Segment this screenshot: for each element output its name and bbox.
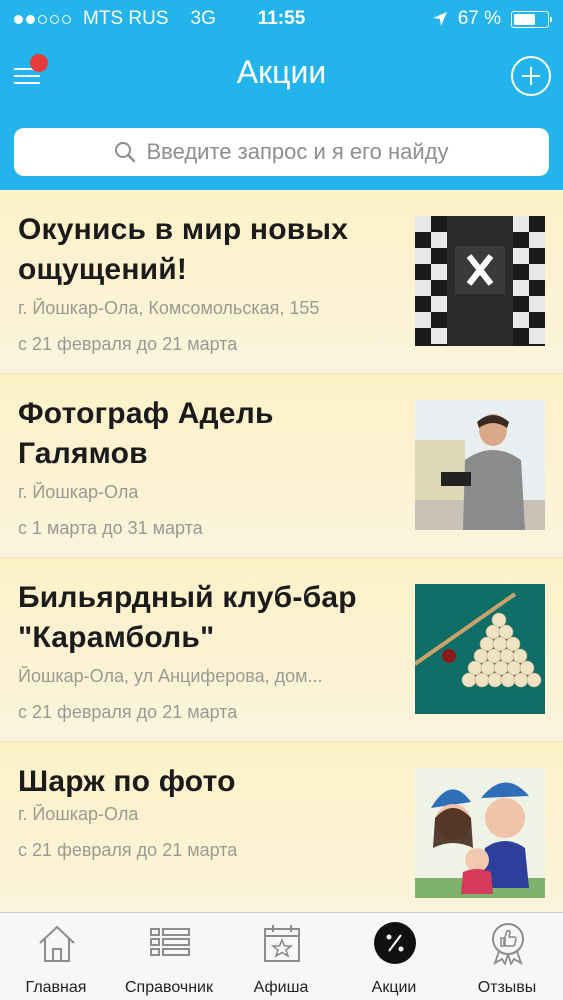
tab-reviews[interactable]: Отзывы [451, 913, 563, 1000]
deal-item[interactable]: Шарж по фото г. Йошкар-Ола с 21 февраля … [0, 742, 563, 926]
deal-title: Шарж по фото [18, 765, 236, 798]
deal-dates: с 1 марта до 31 марта [18, 518, 203, 538]
navigation-bar: Акции [0, 40, 563, 110]
search-icon [115, 142, 136, 163]
battery-percent: 67 % [457, 8, 501, 29]
deals-list: Окунись в мир новых ощущений! г. Йошкар-… [0, 190, 563, 926]
location-arrow-icon [432, 12, 447, 26]
page-title: Акции [236, 54, 327, 90]
house-icon [39, 925, 75, 962]
header: MTS RUS 3G 11:55 67 % Акции Введите запр… [0, 0, 563, 190]
tab-label: Афиша [253, 979, 309, 996]
search-placeholder: Введите запрос и я его найду [146, 139, 449, 164]
deal-dates: с 21 февраля до 21 марта [18, 840, 238, 860]
deal-place: г. Йошкар-Ола, Комсомольская, 155 [18, 298, 320, 318]
deal-title: Бильярдный клуб-бар "Карамболь" [18, 581, 357, 654]
deal-dates: с 21 февраля до 21 марта [18, 334, 238, 354]
billiard-balls-photo [415, 584, 545, 714]
calendar-star-icon [264, 925, 300, 962]
deal-item[interactable]: Бильярдный клуб-бар "Карамболь" Йошкар-О… [0, 558, 563, 742]
deal-title: Окунись в мир новых ощущений! [18, 213, 349, 286]
deal-item[interactable]: Фотограф Адель Галямов г. Йошкар-Ола с 1… [0, 374, 563, 558]
caricature-drawing [415, 768, 545, 898]
deal-place: г. Йошкар-Ола [18, 804, 139, 824]
deal-place: г. Йошкар-Ола [18, 482, 139, 502]
tab-label: Акции [371, 979, 417, 996]
tab-deals[interactable]: Акции [338, 913, 450, 1000]
tab-events[interactable]: Афиша [225, 913, 337, 1000]
photographer-photo [415, 400, 545, 530]
escape-room-photo [415, 216, 545, 346]
deal-title: Фотограф Адель Галямов [18, 397, 274, 470]
tab-directory[interactable]: Справочник [113, 913, 225, 1000]
tab-bar: Главная Справочник Афиша Акции Отзывы [0, 912, 563, 1000]
thumbs-up-badge-icon [492, 923, 524, 965]
deal-place: Йошкар-Ола, ул Анциферова, дом... [18, 666, 323, 686]
add-button[interactable] [511, 56, 551, 96]
percent-icon [374, 922, 416, 964]
tab-label: Главная [25, 979, 87, 996]
battery-icon [511, 10, 552, 28]
status-bar: MTS RUS 3G 11:55 67 % [0, 0, 563, 38]
deal-dates: с 21 февраля до 21 марта [18, 702, 238, 722]
search-input[interactable]: Введите запрос и я его найду [14, 128, 549, 176]
deal-item[interactable]: Окунись в мир новых ощущений! г. Йошкар-… [0, 190, 563, 374]
tab-label: Отзывы [477, 979, 537, 996]
list-icon [150, 928, 190, 956]
tab-label: Справочник [125, 979, 213, 996]
tab-home[interactable]: Главная [0, 913, 112, 1000]
